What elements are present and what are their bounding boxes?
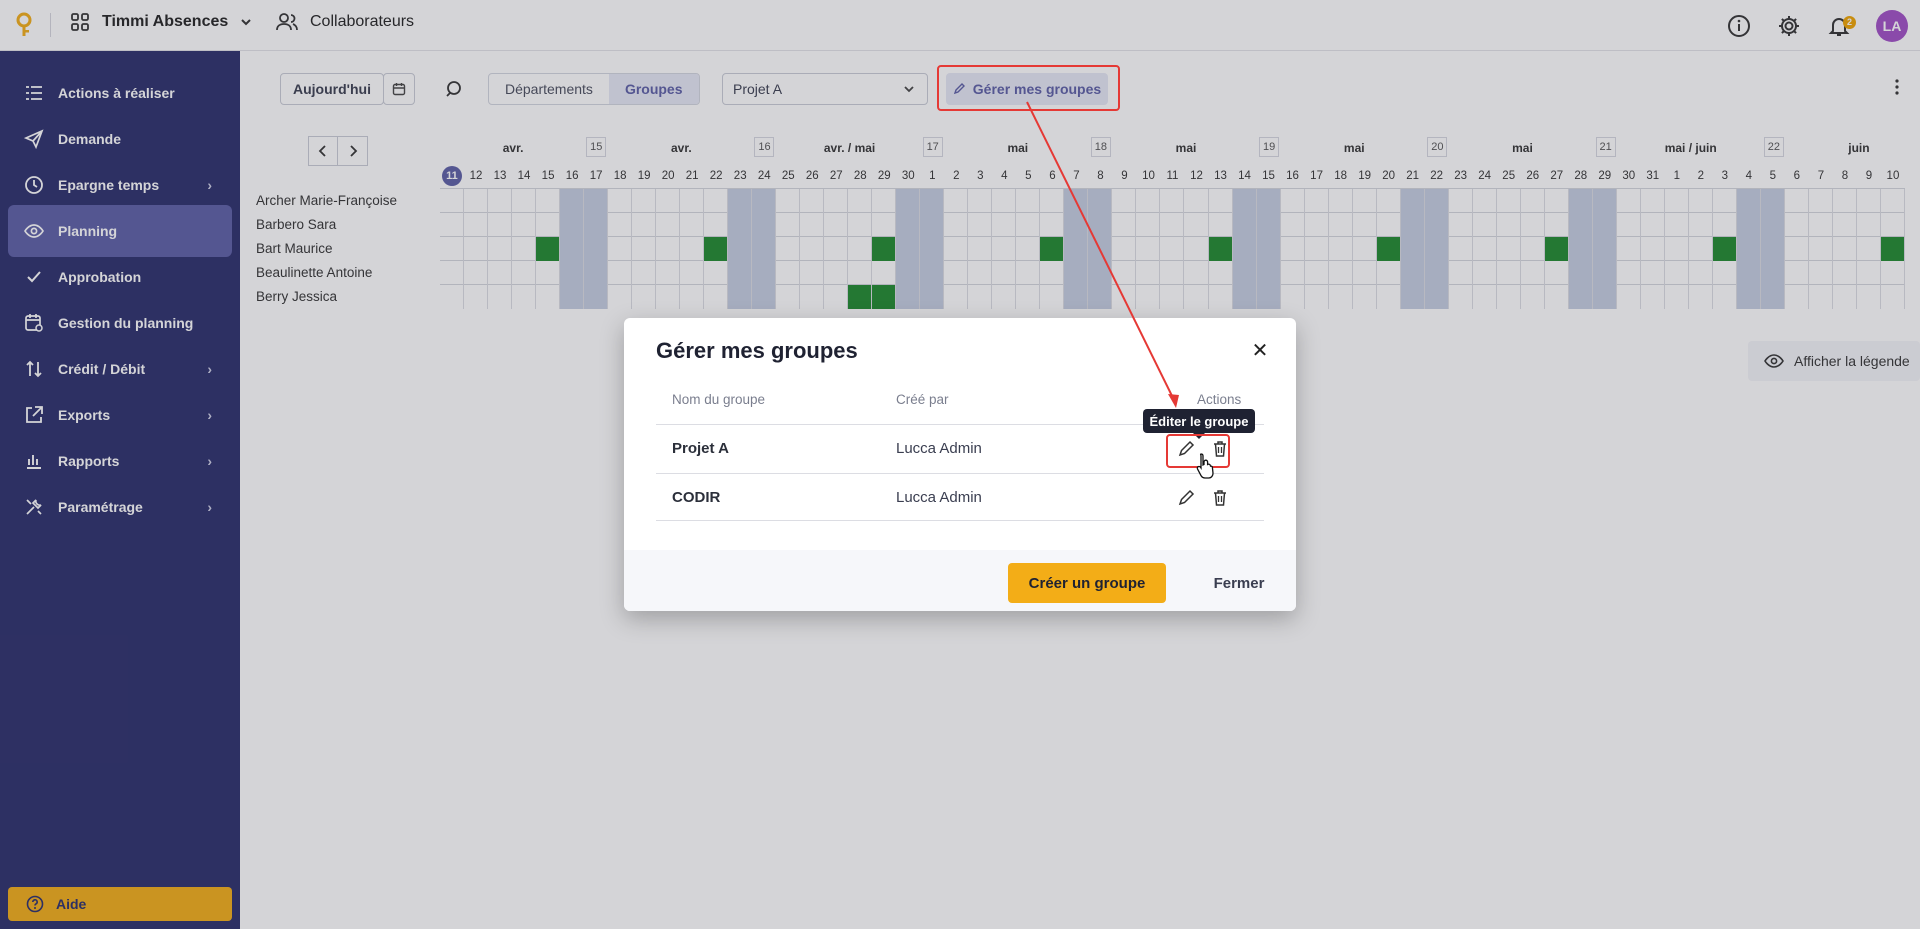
annotation-arrow	[1026, 101, 1179, 408]
